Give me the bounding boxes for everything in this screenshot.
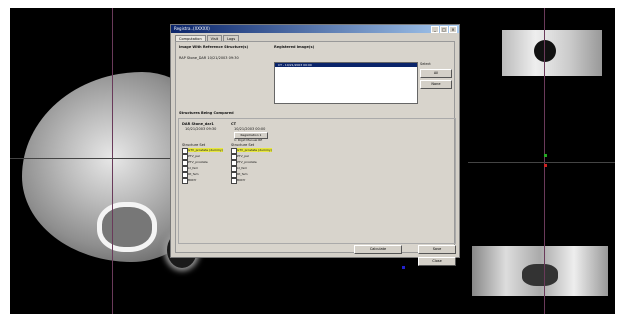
right-item-gtv: GTV_prostate (dummy) bbox=[237, 148, 272, 152]
crosshair-vertical-right bbox=[544, 8, 545, 314]
crosshair-vertical-left bbox=[112, 8, 113, 314]
select-all-button[interactable]: All bbox=[420, 69, 452, 78]
image-ref-label: Image With Reference Structure(s) bbox=[179, 45, 249, 49]
registered-item[interactable]: CT - 10/21/2003 00:00 bbox=[275, 63, 417, 67]
marker-green bbox=[544, 154, 547, 157]
dialog-titlebar[interactable]: Registra..(XXXXX) _ □ × bbox=[171, 25, 459, 33]
close-button[interactable]: Close bbox=[418, 257, 456, 266]
close-icon[interactable]: × bbox=[449, 26, 457, 33]
right-list-header: Structure Set bbox=[231, 143, 255, 147]
registration-sub: 1: Rigid Manual RE bbox=[234, 138, 263, 142]
ct-sagittal-dark bbox=[522, 264, 558, 286]
marker-blue bbox=[402, 266, 405, 269]
registered-label: Registered Image(s) bbox=[274, 45, 315, 49]
ct-coronal-image bbox=[502, 30, 602, 76]
registered-list[interactable]: CT - 10/21/2003 00:00 bbox=[274, 62, 418, 104]
right-item-body: BODY bbox=[237, 178, 246, 182]
crosshair-horizontal-right bbox=[468, 162, 615, 163]
right-item-ptvprostate: PTV_prostate bbox=[237, 160, 257, 164]
left-item-body: BODY bbox=[188, 178, 197, 182]
right-item-ptvpel: PTV_pel bbox=[237, 154, 249, 158]
left-sub: 10/21/2003 09:30 bbox=[185, 127, 217, 131]
minimize-icon[interactable]: _ bbox=[431, 26, 439, 33]
right-sub: 10/21/2003 00:00 bbox=[234, 127, 266, 131]
left-list-header: Structure Set bbox=[182, 143, 206, 147]
registration-dialog: Registra..(XXXXX) _ □ × Computation Visi… bbox=[170, 24, 460, 266]
ct-coronal-dark bbox=[534, 40, 556, 62]
select-label: Select bbox=[420, 62, 431, 66]
left-item-ltfem: Lt_fem bbox=[188, 166, 199, 170]
right-item-rtfem: Rt_fem bbox=[237, 172, 248, 176]
computation-panel: Image With Reference Structure(s) RAP St… bbox=[175, 41, 456, 266]
left-item-ptvpel: PTV_pel bbox=[188, 154, 200, 158]
crosshair-horizontal-left bbox=[10, 158, 180, 159]
structures-label: Structures Being Compared bbox=[179, 111, 234, 115]
marker-red bbox=[544, 164, 547, 167]
image-ref-value: RAP Stone_DAR 10/21/2003 09:30 bbox=[179, 56, 239, 60]
maximize-icon[interactable]: □ bbox=[440, 26, 448, 33]
dialog-title: Registra..(XXXXX) bbox=[174, 26, 210, 31]
right-item-ltfem: Lt_fem bbox=[237, 166, 248, 170]
left-item-ptvprostate: PTV_prostate bbox=[188, 160, 208, 164]
select-none-button[interactable]: None bbox=[420, 80, 452, 89]
ct-sagittal-image bbox=[472, 246, 608, 296]
right-header: CT bbox=[231, 122, 236, 126]
ct-bone-structure bbox=[97, 202, 157, 252]
calculate-button[interactable]: Calculate bbox=[354, 245, 402, 254]
structures-group: DAR Stone_dar1 10/21/2003 09:30 Structur… bbox=[178, 118, 456, 244]
left-item-rtfem: Rt_fem bbox=[188, 172, 199, 176]
left-header: DAR Stone_dar1 bbox=[182, 122, 214, 126]
left-item-gtv: GTV_prostate (dummy) bbox=[188, 148, 223, 152]
save-button[interactable]: Save bbox=[418, 245, 456, 254]
